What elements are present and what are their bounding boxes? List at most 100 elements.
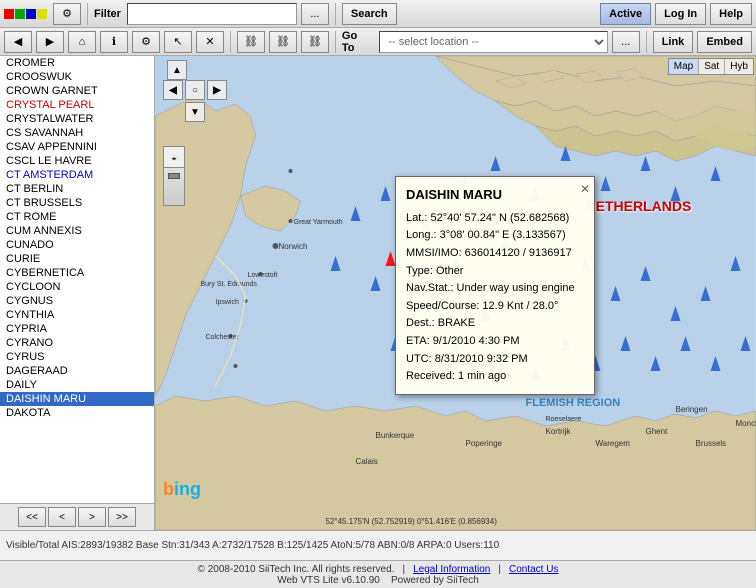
svg-text:52°45.175'N (52.752919) 0°51.: 52°45.175'N (52.752919) 0°51.416'E (0.85… [326, 517, 498, 526]
svg-text:Brussels: Brussels [696, 439, 727, 448]
pan-down-btn[interactable]: ▼ [185, 102, 205, 122]
goto-label: Go To [342, 30, 371, 54]
filter-label: Filter [94, 8, 121, 20]
pan-center-btn[interactable]: ○ [185, 80, 205, 100]
location-dots-btn[interactable]: ... [612, 31, 640, 53]
vessel-list-item[interactable]: CROOSWUK [0, 70, 154, 84]
chain-btn[interactable]: ⛓ [269, 31, 297, 53]
svg-text:Great Yarmouth: Great Yarmouth [294, 219, 343, 226]
vessel-list-item[interactable]: CSAV APPENNINI [0, 140, 154, 154]
chain2-btn[interactable]: ⛓ [301, 31, 329, 53]
link-button[interactable]: Link [653, 31, 694, 53]
vessel-list-item[interactable]: CRYSTAL PEARL [0, 98, 154, 112]
nav-prev-btn[interactable]: < [48, 507, 76, 527]
vessel-list-item[interactable]: DAILY [0, 378, 154, 392]
back-btn[interactable]: ◀ [4, 31, 32, 53]
separator2: | [498, 564, 501, 575]
link-icon-btn[interactable]: ⛓ [237, 31, 265, 53]
vessel-list-item[interactable]: CYPRIA [0, 322, 154, 336]
vessel-list-item[interactable]: CUM ANNEXIS [0, 224, 154, 238]
filter-dots-btn[interactable]: ... [301, 3, 329, 25]
svg-text:Monchengladbach: Monchengladbach [736, 419, 756, 428]
pan-right-btn[interactable]: ▶ [207, 80, 227, 100]
popup-mmsi: MMSI/IMO: 636014120 / 9136917 [406, 245, 584, 263]
sep1 [87, 3, 88, 25]
popup-close-btn[interactable]: ✕ [580, 180, 590, 199]
vessel-list-item[interactable]: CT ROME [0, 210, 154, 224]
vessel-list-item[interactable]: CS SAVANNAH [0, 126, 154, 140]
map-type-map[interactable]: Map [669, 59, 699, 74]
vessel-list-item[interactable]: CYCLOON [0, 280, 154, 294]
vessel-list-item[interactable]: DAKOTA [0, 406, 154, 420]
vessel-list-item[interactable]: CUNADO [0, 238, 154, 252]
map-container[interactable]: Norwich Great Yarmouth Lowestoft Ipswich… [155, 56, 756, 530]
vessel-list-item[interactable]: CROMER [0, 56, 154, 70]
vessel-list-item[interactable]: CROWN GARNET [0, 84, 154, 98]
zoom-out-btn[interactable]: - [163, 146, 185, 168]
vessel-list-item[interactable]: CSCL LE HAVRE [0, 154, 154, 168]
svg-text:Ghent: Ghent [646, 427, 669, 436]
close-small-btn[interactable]: ✕ [196, 31, 224, 53]
settings-btn[interactable]: ⚙ [132, 31, 160, 53]
svg-text:Bunkerque: Bunkerque [376, 431, 415, 440]
pan-up-btn[interactable]: ▲ [167, 60, 187, 80]
info-btn[interactable]: ℹ [100, 31, 128, 53]
map-type-hyb[interactable]: Hyb [725, 59, 753, 74]
status-bar: Visible/Total AIS:2893/19382 Base Stn:31… [0, 530, 756, 560]
svg-text:Kortrijk: Kortrijk [546, 427, 572, 436]
home-btn[interactable]: ⌂ [68, 31, 96, 53]
version-text: Web VTS Lite v6.10.90 [277, 575, 380, 586]
separator1: | [402, 564, 405, 575]
svg-text:FLEMISH REGION: FLEMISH REGION [526, 397, 621, 409]
contact-link[interactable]: Contact Us [509, 564, 558, 575]
svg-text:NETHERLANDS: NETHERLANDS [586, 198, 692, 214]
filter-input[interactable] [127, 3, 297, 25]
svg-text:Waregem: Waregem [596, 439, 631, 448]
location-select[interactable]: -- select location -- [379, 31, 607, 53]
vessel-list-item[interactable]: CT AMSTERDAM [0, 168, 154, 182]
vessel-sidebar: CROMERCROOSWUKCROWN GARNETCRYSTAL PEARLC… [0, 56, 155, 530]
vessel-list-item[interactable]: CYBERNETICA [0, 266, 154, 280]
map-type-buttons: Map Sat Hyb [668, 58, 754, 75]
legal-link[interactable]: Legal Information [413, 564, 490, 575]
active-button[interactable]: Active [600, 3, 651, 25]
toolbar-icons-btn[interactable]: ⚙ [53, 3, 81, 25]
toolbar-2: ◀ ▶ ⌂ ℹ ⚙ ↖ ✕ ⛓ ⛓ ⛓ Go To -- select loca… [0, 28, 756, 56]
svg-text:Roeselaere: Roeselaere [546, 416, 582, 423]
footer-links: © 2008-2010 SiiTech Inc. All rights rese… [198, 564, 559, 575]
sidebar-navigation: << < > >> [0, 503, 154, 530]
popup-speed: Speed/Course: 12.9 Knt / 28.0° [406, 298, 584, 316]
sep4 [335, 31, 336, 53]
vessel-list-item[interactable]: CYRUS [0, 350, 154, 364]
vessel-list-item[interactable]: CURIE [0, 252, 154, 266]
forward-btn[interactable]: ▶ [36, 31, 64, 53]
vessel-list: CROMERCROOSWUKCROWN GARNETCRYSTAL PEARLC… [0, 56, 154, 503]
help-button[interactable]: Help [710, 3, 752, 25]
login-button[interactable]: Log In [655, 3, 706, 25]
sep2 [335, 3, 336, 25]
footer-version: Web VTS Lite v6.10.90 Powered by SiiTech [277, 575, 479, 586]
vessel-list-item[interactable]: CT BERLIN [0, 182, 154, 196]
popup-lon: Long.: 3°08' 00.84" E (3.133567) [406, 227, 584, 245]
svg-text:Norwich: Norwich [279, 242, 308, 251]
vessel-list-item[interactable]: CRYSTALWATER [0, 112, 154, 126]
popup-type: Type: Other [406, 263, 584, 281]
popup-utc: UTC: 8/31/2010 9:32 PM [406, 351, 584, 369]
vessel-list-item[interactable]: CT BRUSSELS [0, 196, 154, 210]
pan-left-btn[interactable]: ◀ [163, 80, 183, 100]
nav-next-btn[interactable]: > [78, 507, 106, 527]
vessel-list-item[interactable]: DAISHIN MARU [0, 392, 154, 406]
svg-text:Calais: Calais [356, 457, 378, 466]
embed-button[interactable]: Embed [697, 31, 752, 53]
vessel-list-item[interactable]: CYRANO [0, 336, 154, 350]
cursor-btn[interactable]: ↖ [164, 31, 192, 53]
vessel-list-item[interactable]: CYGNUS [0, 294, 154, 308]
nav-first-btn[interactable]: << [18, 507, 46, 527]
vessel-list-item[interactable]: CYNTHIA [0, 308, 154, 322]
map-type-sat[interactable]: Sat [699, 59, 725, 74]
vessel-list-item[interactable]: DAGERAAD [0, 364, 154, 378]
bing-logo: bing [163, 479, 201, 500]
nav-last-btn[interactable]: >> [108, 507, 136, 527]
search-button[interactable]: Search [342, 3, 397, 25]
sep5 [646, 31, 647, 53]
